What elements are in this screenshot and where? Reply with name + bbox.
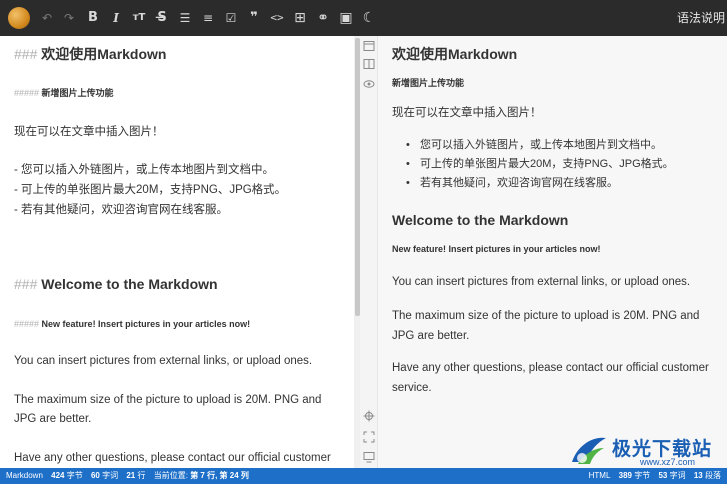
status-bar: Markdown 424 字节 60 字词 21 行 当前位置: 第 7 行, … [0, 468, 727, 484]
position-line: 第 7 行, [190, 471, 218, 480]
syntax-help-link[interactable]: 语法说明 [677, 0, 727, 36]
line-count: 21 行 [126, 471, 145, 480]
heading-text: New feature! Insert pictures in your art… [41, 319, 251, 329]
markdown-editor[interactable]: ### 欢迎使用Markdown ##### 新增图片上传功能 现在可以在文章中… [0, 36, 350, 468]
editor-line: Have any other questions, please contact… [14, 452, 331, 464]
bold-button[interactable]: B [84, 8, 102, 28]
watermark: 极光下载站 www.xz7.com [568, 430, 726, 470]
html-preview: 欢迎使用Markdown 新增图片上传功能 现在可以在文章中插入图片！ 您可以插… [378, 36, 727, 468]
preview-mode-label: HTML [588, 471, 611, 480]
preview-paragraph-count-value: 13 [693, 471, 703, 480]
word-count-unit: 字词 [102, 471, 119, 480]
redo-icon[interactable]: ↷ [60, 8, 78, 28]
theme-toggle-icon[interactable]: ☾ [360, 8, 378, 28]
heading-marker: ##### [14, 319, 40, 329]
cursor-position: 当前位置: 第 7 行, 第 24 列 [154, 471, 249, 480]
preview-paragraph: The maximum size of the picture to uploa… [392, 310, 700, 342]
heading-marker: ### [14, 46, 38, 62]
preview-paragraph-count: 13 段落 [694, 471, 721, 480]
editor-line: 现在可以在文章中插入图片！ [14, 126, 164, 138]
watermark-logo-icon [572, 437, 606, 464]
list-item: 可上传的单张图片最大20M，支持PNG、JPG格式。 [406, 155, 674, 174]
preview-byte-count: 389 字节 [619, 471, 651, 480]
heading-text: 欢迎使用Markdown [41, 46, 167, 62]
editor-line: You can insert pictures from external li… [14, 355, 313, 367]
byte-count-value: 424 [51, 471, 65, 480]
monitor-icon[interactable] [363, 451, 375, 463]
heading-marker: ##### [14, 88, 40, 98]
editor-stats: Markdown 424 字节 60 字词 21 行 当前位置: 第 7 行, … [6, 468, 255, 484]
toolbar: ↶ ↷ B I тT S̶ ☰ ≡ ☑ ❞ <> ⊞ ⚭ ▣ ☾ 语法说明 [0, 0, 727, 36]
editor-subheading-cn: ##### 新增图片上传功能 [14, 86, 114, 99]
target-icon[interactable] [363, 410, 375, 422]
editor-line: - 您可以插入外链图片，或上传本地图片到文档中。 [14, 164, 275, 176]
undo-icon[interactable]: ↶ [38, 8, 56, 28]
preview-word-count: 53 字词 [658, 471, 685, 480]
byte-count-unit: 字节 [66, 471, 83, 480]
single-pane-icon[interactable] [363, 40, 375, 52]
editor-line: - 可上传的单张图片最大20M，支持PNG、JPG格式。 [14, 184, 287, 196]
preview-paragraph-count-unit: 段落 [705, 471, 721, 480]
editor-heading-cn: ### 欢迎使用Markdown [14, 44, 166, 64]
preview-list: 您可以插入外链图片，或上传本地图片到文档中。 可上传的单张图片最大20M，支持P… [406, 136, 674, 193]
word-count: 60 字词 [91, 471, 118, 480]
editor-line: The maximum size of the picture to uploa… [14, 394, 322, 406]
preview-paragraph: You can insert pictures from external li… [392, 276, 691, 288]
app-logo-icon [8, 7, 30, 29]
preview-paragraph: 现在可以在文章中插入图片！ [392, 107, 542, 119]
position-label: 当前位置: [153, 471, 188, 480]
preview-byte-count-value: 389 [618, 471, 633, 480]
heading-text: Welcome to the Markdown [41, 276, 218, 292]
preview-paragraph: Have any other questions, please contact… [392, 362, 709, 394]
strikethrough-button[interactable]: S̶ [153, 8, 171, 28]
italic-button[interactable]: I [107, 8, 125, 28]
editor-line: JPG are better. [14, 413, 92, 425]
line-count-value: 21 [126, 471, 136, 480]
list-item: 您可以插入外链图片，或上传本地图片到文档中。 [406, 136, 674, 155]
watermark-url: www.xz7.com [640, 457, 696, 467]
preview-heading-cn: 欢迎使用Markdown [392, 46, 518, 62]
preview-subheading-en: New feature! Insert pictures in your art… [392, 244, 601, 254]
preview-word-count-unit: 字词 [669, 471, 686, 480]
editor-line: - 若有其他疑问，欢迎咨询官网在线客服。 [14, 204, 229, 216]
editor-mode-label: Markdown [6, 471, 43, 480]
code-icon[interactable]: <> [268, 8, 286, 28]
preview-stats: HTML 389 字节 53 字词 13 段落 [589, 468, 727, 484]
image-icon[interactable]: ▣ [337, 8, 355, 28]
preview-byte-count-unit: 字节 [634, 471, 651, 480]
heading-marker: ### [14, 276, 38, 292]
editor-heading-en: ### Welcome to the Markdown [14, 276, 218, 292]
preview-word-count-value: 53 [658, 471, 668, 480]
position-col: 第 24 列 [219, 471, 249, 480]
table-icon[interactable]: ⊞ [291, 8, 309, 28]
line-count-unit: 行 [137, 471, 146, 480]
fullscreen-icon[interactable] [363, 431, 375, 443]
word-count-value: 60 [90, 471, 100, 480]
unordered-list-icon[interactable]: ☰ [176, 8, 194, 28]
preview-subheading-cn: 新增图片上传功能 [392, 78, 465, 88]
link-icon[interactable]: ⚭ [314, 8, 332, 28]
split-pane-icon[interactable] [363, 58, 375, 70]
preview-eye-icon[interactable] [363, 78, 375, 90]
view-mode-gutter [360, 36, 378, 468]
list-item: 若有其他疑问，欢迎咨询官网在线客服。 [406, 174, 674, 193]
ordered-list-icon[interactable]: ≡ [199, 8, 217, 28]
byte-count: 424 字节 [51, 471, 83, 480]
task-list-icon[interactable]: ☑ [222, 8, 240, 28]
quote-icon[interactable]: ❞ [245, 8, 263, 28]
editor-subheading-en: ##### New feature! Insert pictures in yo… [14, 319, 250, 329]
heading-text: 新增图片上传功能 [41, 88, 114, 98]
heading-button[interactable]: тT [130, 8, 148, 28]
preview-heading-en: Welcome to the Markdown [392, 212, 569, 228]
